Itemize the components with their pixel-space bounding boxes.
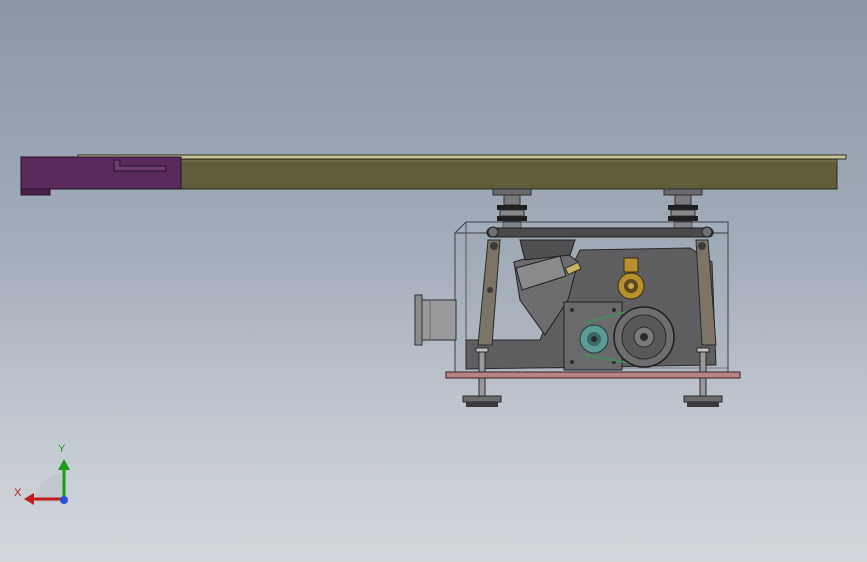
y-axis-label: Y: [58, 443, 66, 455]
drive-pulley[interactable]: [579, 324, 609, 354]
feeder-tray[interactable]: [77, 154, 847, 190]
cad-viewport[interactable]: Y X: [0, 0, 867, 562]
x-axis-label: X: [14, 487, 22, 499]
base-plate[interactable]: [445, 371, 741, 379]
driven-pulley[interactable]: [613, 306, 675, 368]
vibratory-feeder-model[interactable]: [0, 0, 867, 562]
tray-end-cap[interactable]: [20, 156, 182, 196]
coordinate-triad[interactable]: [24, 459, 70, 505]
z-axis-dot: [60, 496, 68, 504]
outlet-flange[interactable]: [414, 294, 457, 346]
